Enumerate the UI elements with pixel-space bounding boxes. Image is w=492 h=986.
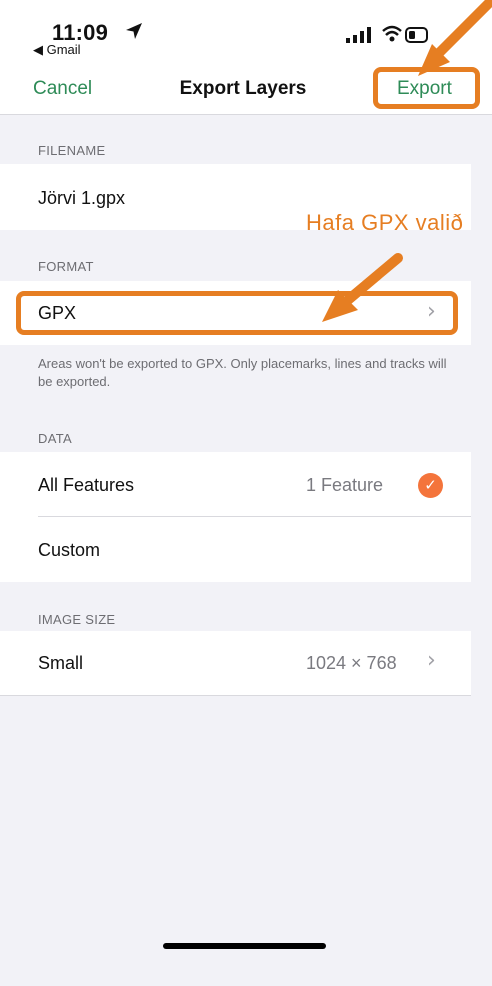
- image-size-section-header: IMAGE SIZE: [38, 612, 116, 627]
- chevron-right-icon: ›: [427, 648, 436, 673]
- wifi-icon: [382, 25, 402, 42]
- custom-row[interactable]: Custom: [0, 517, 471, 581]
- custom-label: Custom: [38, 540, 101, 560]
- image-size-row[interactable]: Small 1024 × 768 ›: [0, 631, 471, 696]
- image-size-value: 1024 × 768: [306, 653, 397, 673]
- checkmark-icon: ✓: [418, 473, 443, 498]
- format-highlight-box: [16, 291, 458, 335]
- all-features-row[interactable]: All Features 1 Feature: [0, 452, 471, 516]
- location-arrow-icon: [126, 23, 142, 39]
- image-size-label: Small: [38, 653, 84, 673]
- back-to-gmail-link[interactable]: ◀ Gmail: [33, 42, 81, 58]
- battery-icon: [405, 27, 428, 43]
- filename-section-header: FILENAME: [38, 143, 106, 158]
- filename-value: Jörvi 1.gpx: [38, 188, 126, 208]
- export-highlight-box: [373, 67, 480, 109]
- all-features-label: All Features: [38, 475, 135, 495]
- format-section-header: FORMAT: [38, 259, 94, 274]
- home-indicator: [163, 943, 326, 949]
- data-section-header: DATA: [38, 431, 72, 446]
- status-bar: 11:09 ◀ Gmail: [0, 0, 492, 60]
- signal-icon: [346, 27, 371, 43]
- format-note: Areas won't be exported to GPX. Only pla…: [38, 356, 447, 389]
- all-features-count: 1 Feature: [306, 475, 384, 495]
- data-group: All Features 1 Feature Custom: [0, 452, 471, 582]
- annotation-label: Hafa GPX valið: [306, 210, 464, 235]
